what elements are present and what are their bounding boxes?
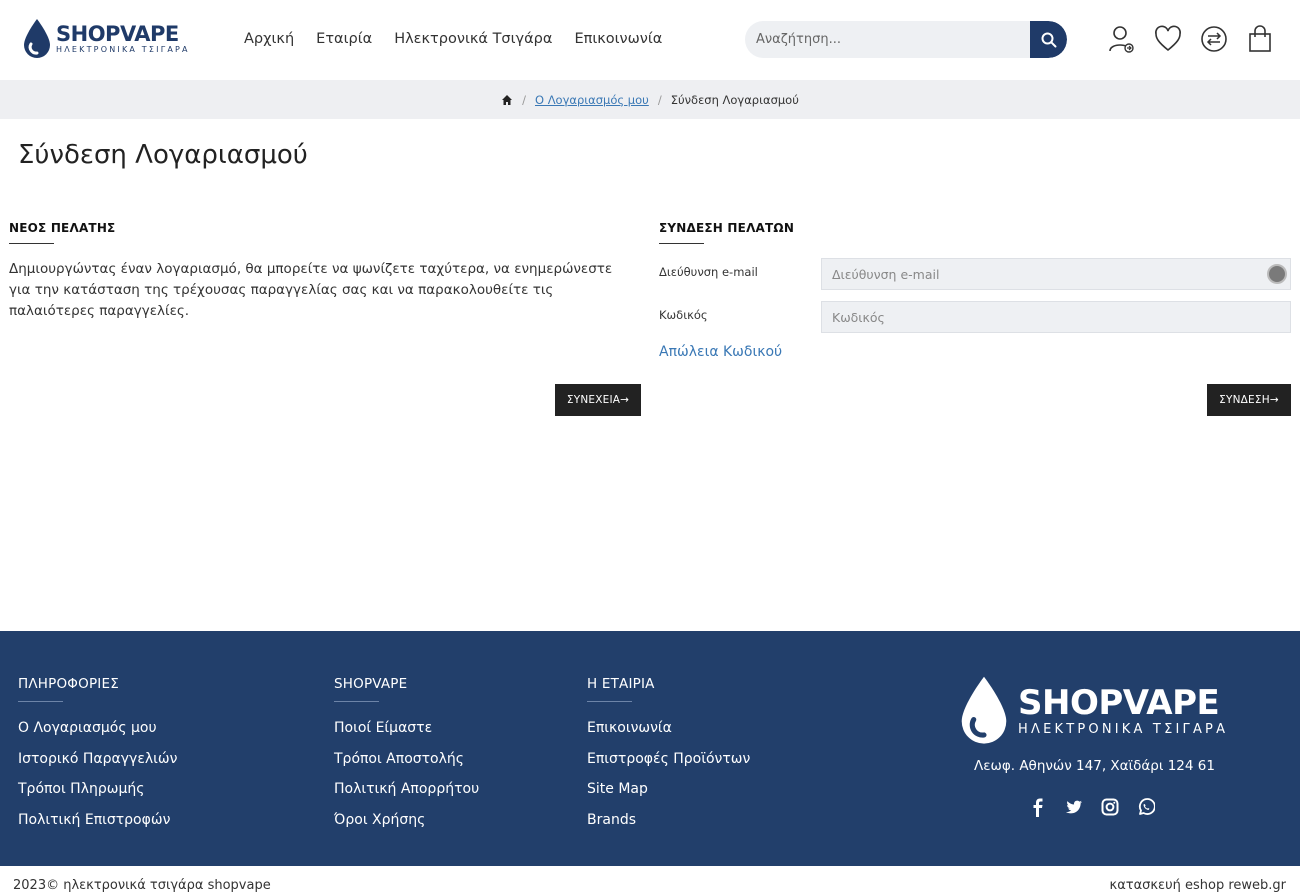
password-manager-icon[interactable] — [1267, 264, 1287, 284]
search-icon — [1041, 32, 1056, 47]
facebook-icon[interactable] — [1029, 797, 1047, 817]
footer-link[interactable]: Όροι Χρήσης — [334, 811, 479, 830]
site-logo[interactable]: SHOPVAPE ΗΛΕΚΤΡΟΝΙΚΑ ΤΣΙΓΑΡΑ — [22, 18, 190, 60]
footer-heading: ΠΛΗΡΟΦΟΡΙΕΣ — [18, 676, 177, 702]
footer-link[interactable]: Ποιοί Είμαστε — [334, 719, 479, 738]
wishlist-icon[interactable] — [1154, 24, 1182, 54]
breadcrumb-current: Σύνδεση Λογαριασμού — [670, 92, 799, 107]
drop-logo-icon — [24, 19, 50, 58]
footer-link[interactable]: Επιστροφές Προϊόντων — [587, 750, 750, 769]
footer-link[interactable]: Ο Λογαριασμός μου — [18, 719, 177, 738]
email-label: Διεύθυνση e-mail — [659, 265, 758, 279]
footer-company-column: Η ΕΤΑΙΡΙΑ Επικοινωνία Επιστροφές Προϊόντ… — [587, 676, 750, 841]
login-heading: ΣΥΝΔΕΣΗ ΠΕΛΑΤΩΝ — [659, 221, 794, 244]
footer-link[interactable]: Brands — [587, 811, 750, 830]
copyright: 2023© ηλεκτρονικά τσιγάρα shopvape — [13, 878, 271, 893]
footer-link[interactable]: Site Map — [587, 780, 750, 799]
footer-link[interactable]: Ιστορικό Παραγγελιών — [18, 750, 177, 769]
drop-logo-icon — [961, 676, 1007, 744]
password-field[interactable] — [821, 301, 1291, 333]
breadcrumb-account[interactable]: Ο Λογαριασμός μου — [535, 93, 649, 107]
breadcrumb: / Ο Λογαριασμός μου / Σύνδεση Λογαριασμο… — [0, 80, 1300, 119]
cart-icon[interactable] — [1246, 24, 1274, 54]
continue-button[interactable]: ΣΥΝΕΧΕΙΑ→ — [555, 384, 641, 416]
whatsapp-icon[interactable] — [1137, 797, 1156, 817]
logo-tagline: ΗΛΕΚΤΡΟΝΙΚΑ ΤΣΙΓΑΡΑ — [56, 45, 190, 54]
footer-shopvape-column: SHOPVAPE Ποιοί Είμαστε Τρόποι Αποστολής … — [334, 676, 479, 841]
login-button[interactable]: ΣΥΝΔΕΣΗ→ — [1207, 384, 1291, 416]
new-customer-text: Δημιουργώντας έναν λογαριασμό, θα μπορεί… — [9, 261, 613, 319]
account-icon[interactable] — [1108, 24, 1136, 54]
nav-contact[interactable]: Επικοινωνία — [574, 31, 662, 47]
footer-logo-name: SHOPVAPE — [1018, 682, 1220, 723]
email-field[interactable] — [821, 258, 1291, 290]
footer-link[interactable]: Επικοινωνία — [587, 719, 750, 738]
footer-heading: Η ΕΤΑΙΡΙΑ — [587, 676, 750, 702]
search-bar — [745, 21, 1067, 58]
nav-company[interactable]: Εταιρία — [316, 31, 372, 47]
main-nav: Αρχική Εταιρία Ηλεκτρονικά Τσιγάρα Επικο… — [244, 31, 662, 47]
social-links — [1029, 797, 1156, 817]
site-header: SHOPVAPE ΗΛΕΚΤΡΟΝΙΚΑ ΤΣΙΓΑΡΑ Αρχική Εται… — [0, 0, 1300, 80]
footer-link[interactable]: Πολιτική Απορρήτου — [334, 780, 479, 799]
footer-address: Λεωφ. Αθηνών 147, Χαϊδάρι 124 61 — [974, 758, 1215, 774]
lost-password-link[interactable]: Απώλεια Κωδικού — [659, 344, 782, 360]
page-title: Σύνδεση Λογαριασμού — [18, 140, 308, 170]
bottom-bar: 2023© ηλεκτρονικά τσιγάρα shopvape κατασ… — [0, 866, 1300, 894]
footer-logo[interactable]: SHOPVAPE ΗΛΕΚΤΡΟΝΙΚΑ ΤΣΙΓΑΡΑ — [958, 675, 1228, 747]
nav-e-cigarettes[interactable]: Ηλεκτρονικά Τσιγάρα — [394, 31, 552, 47]
site-footer: ΠΛΗΡΟΦΟΡΙΕΣ Ο Λογαριασμός μου Ιστορικό Π… — [0, 631, 1300, 866]
logo-name: SHOPVAPE — [56, 22, 179, 46]
breadcrumb-separator: / — [657, 92, 662, 107]
footer-link[interactable]: Τρόποι Αποστολής — [334, 750, 479, 769]
developer-credit[interactable]: κατασκευή eshop reweb.gr — [1110, 878, 1286, 893]
footer-link[interactable]: Τρόποι Πληρωμής — [18, 780, 177, 799]
password-label: Κωδικός — [659, 308, 708, 322]
search-button[interactable] — [1030, 21, 1067, 58]
instagram-icon[interactable] — [1101, 797, 1119, 817]
footer-info-column: ΠΛΗΡΟΦΟΡΙΕΣ Ο Λογαριασμός μου Ιστορικό Π… — [18, 676, 177, 841]
breadcrumb-separator: / — [522, 92, 526, 107]
twitter-icon[interactable] — [1065, 797, 1083, 817]
header-icons — [1108, 24, 1274, 54]
nav-home[interactable]: Αρχική — [244, 31, 294, 47]
compare-icon[interactable] — [1200, 24, 1228, 54]
home-icon[interactable] — [501, 94, 513, 106]
footer-link[interactable]: Πολιτική Επιστροφών — [18, 811, 177, 830]
footer-logo-tagline: ΗΛΕΚΤΡΟΝΙΚΑ ΤΣΙΓΑΡΑ — [1018, 721, 1229, 737]
new-customer-heading: ΝΕΟΣ ΠΕΛΑΤΗΣ — [9, 221, 115, 244]
footer-heading: SHOPVAPE — [334, 676, 479, 702]
search-input[interactable] — [745, 21, 1031, 58]
